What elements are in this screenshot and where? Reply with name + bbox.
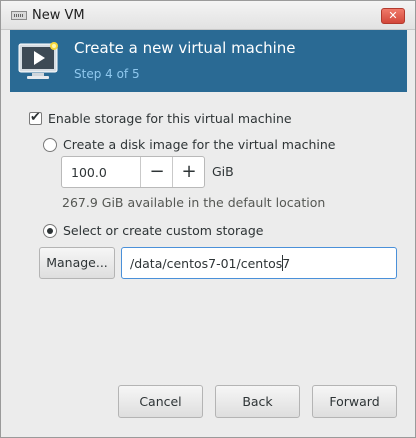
wizard-step-indicator: Step 4 of 5 <box>74 67 140 81</box>
text-caret <box>282 255 283 271</box>
disk-size-value[interactable]: 100.0 <box>71 165 107 180</box>
checkmark-icon: ✔ <box>30 110 41 125</box>
forward-button[interactable]: Forward <box>312 385 397 418</box>
disk-size-spinbutton[interactable]: 100.0 − + <box>61 156 205 188</box>
window-title: New VM <box>32 8 85 23</box>
disk-image-radio[interactable] <box>43 138 57 152</box>
enable-storage-label[interactable]: Enable storage for this virtual machine <box>48 111 292 126</box>
custom-storage-radio[interactable] <box>43 224 57 238</box>
title-bar[interactable]: New VM ✕ <box>1 1 415 30</box>
vm-manager-icon <box>11 11 27 20</box>
custom-storage-path-field[interactable] <box>121 247 397 279</box>
custom-storage-option-label[interactable]: Select or create custom storage <box>63 223 263 238</box>
disk-image-option-label[interactable]: Create a disk image for the virtual mach… <box>63 137 336 152</box>
close-button[interactable]: ✕ <box>381 8 405 24</box>
disk-size-unit: GiB <box>212 164 234 179</box>
available-space-text: 267.9 GiB available in the default locat… <box>62 195 326 210</box>
enable-storage-checkbox[interactable]: ✔ <box>29 110 42 125</box>
cancel-button[interactable]: Cancel <box>118 385 203 418</box>
custom-storage-path-input[interactable] <box>130 254 380 272</box>
wizard-title: Create a new virtual machine <box>74 39 296 57</box>
increment-button[interactable]: + <box>172 157 205 187</box>
decrement-button[interactable]: − <box>140 157 173 187</box>
wizard-header: Create a new virtual machine Step 4 of 5 <box>10 30 407 92</box>
new-vm-window: New VM ✕ Create a new virtual machine St… <box>0 0 416 438</box>
manage-button[interactable]: Manage... <box>39 247 115 279</box>
back-button[interactable]: Back <box>215 385 300 418</box>
virtual-machine-icon <box>18 42 58 79</box>
